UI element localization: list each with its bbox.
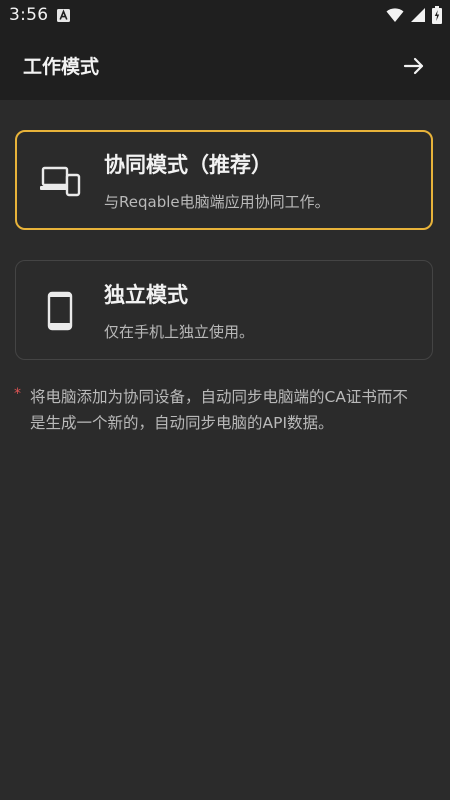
standalone-mode-description: 仅在手机上独立使用。: [104, 323, 255, 341]
next-button[interactable]: [398, 50, 430, 82]
battery-charging-icon: [432, 6, 442, 24]
app-bar: 工作模式: [0, 32, 450, 100]
a-notification-icon: [57, 9, 70, 22]
devices-icon: [38, 159, 82, 203]
collab-mode-title: 协同模式（推荐）: [104, 153, 272, 177]
wifi-icon: [386, 8, 404, 22]
standalone-mode-card[interactable]: 独立模式 仅在手机上独立使用。: [15, 260, 433, 360]
collab-mode-card[interactable]: 协同模式（推荐） 与Reqable电脑端应用协同工作。: [15, 130, 433, 230]
collab-mode-description: 与Reqable电脑端应用协同工作。: [104, 193, 330, 211]
phone-icon: [38, 289, 82, 333]
collab-note: * 将电脑添加为协同设备，自动同步电脑端的CA证书而不是生成一个新的，自动同步电…: [14, 384, 434, 436]
standalone-mode-title: 独立模式: [104, 283, 188, 307]
status-time: 3:56: [9, 5, 49, 25]
note-text: 将电脑添加为协同设备，自动同步电脑端的CA证书而不是生成一个新的，自动同步电脑的…: [30, 388, 408, 432]
signal-icon: [411, 8, 425, 22]
note-marker: *: [14, 386, 21, 402]
status-bar: 3:56: [0, 0, 450, 32]
page-title: 工作模式: [23, 56, 100, 78]
status-icons: [386, 6, 442, 24]
arrow-right-icon: [403, 57, 424, 75]
